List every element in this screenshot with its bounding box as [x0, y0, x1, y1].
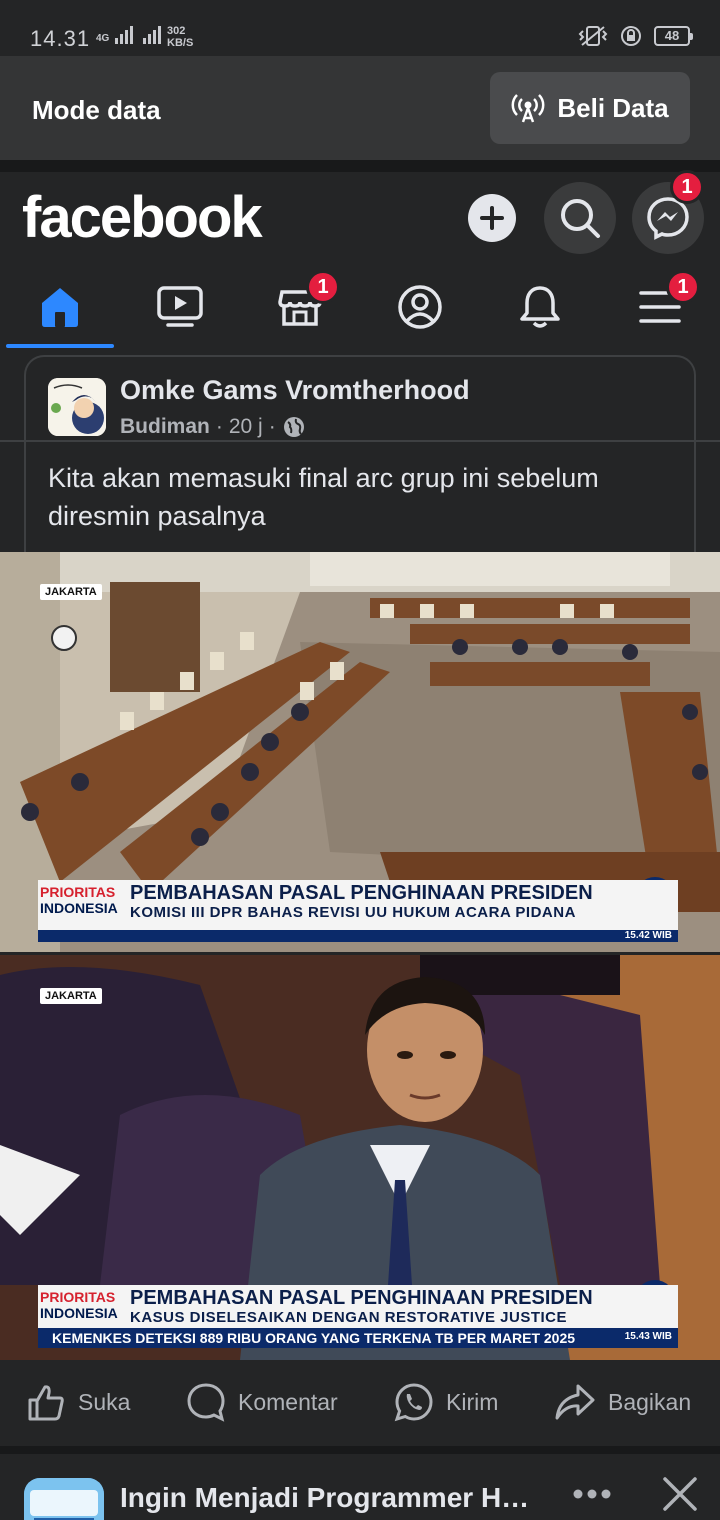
next-post-title[interactable]: Ingin Menjadi Programmer Ha...: [120, 1482, 540, 1514]
signal-indicator: 4G: [96, 24, 162, 44]
post-card: Omke Gams Vromtherhood Budiman · 20 j · …: [24, 355, 696, 555]
broadcast-time: 15.42 WIB: [624, 930, 672, 941]
news-ticker-bar: [38, 930, 678, 942]
next-post-avatar[interactable]: [24, 1478, 104, 1520]
like-button[interactable]: Suka: [26, 1382, 130, 1422]
send-button[interactable]: Kirim: [394, 1382, 498, 1422]
location-tag: JAKARTA: [40, 988, 102, 1004]
video-icon: [157, 286, 203, 327]
thumbs-up-icon: [28, 1385, 64, 1421]
battery-icon: 48: [654, 26, 693, 46]
share-label: Bagikan: [608, 1388, 692, 1415]
broadcast-time: 15.43 WIB: [624, 1331, 672, 1342]
status-bar: 14.31 4G 302 KB/S 48: [0, 0, 720, 56]
signal-bars-icon: [115, 24, 134, 44]
create-button[interactable]: [468, 194, 516, 242]
facebook-header: facebook 1 1 1: [0, 170, 720, 442]
data-mode-label: Mode data: [32, 95, 161, 125]
share-button[interactable]: Bagikan: [554, 1382, 691, 1422]
meta-separator: ·: [215, 415, 223, 438]
network-speed: 302 KB/S: [167, 25, 194, 49]
signal-bars-2-icon: [143, 24, 162, 44]
messenger-button[interactable]: 1: [632, 170, 704, 254]
whatsapp-icon: [394, 1383, 433, 1422]
marketplace-badge: 1: [306, 270, 340, 304]
buy-data-label: Beli Data: [557, 92, 669, 123]
comment-label: Komentar: [238, 1388, 338, 1415]
profile-icon: [398, 285, 442, 329]
post-image[interactable]: JAKARTA PRIORITAS INDONESIA PEMBAHASAN P…: [0, 955, 720, 1360]
divider: [0, 160, 720, 172]
buy-data-button[interactable]: Beli Data: [490, 72, 690, 144]
tab-profile[interactable]: [360, 264, 480, 350]
broadcast-icon: [511, 94, 545, 123]
navigation-tabs: 1 1: [0, 264, 720, 442]
next-post-avatar-image: [24, 1478, 104, 1520]
comment-button[interactable]: Komentar: [186, 1382, 338, 1422]
brand-label: PRIORITAS INDONESIA: [40, 1289, 118, 1321]
messenger-badge: 1: [670, 170, 704, 204]
brand-label: PRIORITAS INDONESIA: [40, 884, 118, 916]
post-image[interactable]: JAKARTA PRIORITAS INDONESIA PEMBAHASAN P…: [0, 552, 720, 952]
divider: [0, 1446, 720, 1454]
tab-home[interactable]: [0, 264, 120, 350]
comment-icon: [187, 1383, 225, 1422]
news-headline: PEMBAHASAN PASAL PENGHINAAN PRESIDEN: [130, 882, 593, 904]
bell-icon: [520, 286, 560, 328]
status-icons: 48: [578, 25, 693, 47]
meta-separator: ·: [268, 415, 276, 438]
group-avatar-image: [48, 378, 106, 436]
active-tab-indicator: [6, 344, 114, 348]
status-time: 14.31: [30, 26, 91, 51]
send-label: Kirim: [446, 1388, 499, 1415]
data-saver-icon: [621, 26, 641, 46]
home-icon: [42, 288, 78, 327]
share-icon: [555, 1384, 595, 1420]
globe-icon: [283, 417, 304, 437]
tab-menu[interactable]: 1: [600, 264, 720, 350]
news-headline: PEMBAHASAN PASAL PENGHINAAN PRESIDEN: [130, 1287, 593, 1309]
search-button[interactable]: [544, 182, 616, 254]
news-lower-third: PRIORITAS INDONESIA PEMBAHASAN PASAL PEN…: [38, 880, 678, 930]
close-icon[interactable]: [662, 1476, 698, 1512]
tab-notifications[interactable]: [480, 264, 600, 350]
menu-badge: 1: [666, 270, 700, 304]
tab-video[interactable]: [120, 264, 240, 350]
group-avatar[interactable]: [48, 378, 106, 436]
next-post-card: Ingin Menjadi Programmer Ha...: [0, 1454, 720, 1520]
news-ticker: KEMENKES DETEKSI 889 RIBU ORANG YANG TER…: [38, 1328, 678, 1348]
group-name[interactable]: Omke Gams Vromtherhood: [120, 375, 470, 406]
plus-icon: [480, 206, 504, 230]
post-time[interactable]: 20 j: [229, 415, 263, 439]
vibrate-icon: [578, 26, 608, 46]
data-mode-banner: Mode data Beli Data: [0, 56, 720, 160]
news-subline: KASUS DISELESAIKAN DENGAN RESTORATIVE JU…: [130, 1309, 567, 1326]
search-icon: [561, 199, 600, 238]
news-subline: KOMISI III DPR BAHAS REVISI UU HUKUM ACA…: [130, 904, 576, 921]
tab-marketplace[interactable]: 1: [240, 264, 360, 350]
like-label: Suka: [78, 1388, 131, 1415]
post-text: Kita akan memasuki final arc grup ini se…: [48, 463, 599, 531]
author-name[interactable]: Budiman: [120, 415, 210, 439]
network-type: 4G: [96, 33, 110, 44]
post-meta: Budiman · 20 j ·: [120, 415, 306, 439]
post-actions: Suka Komentar Kirim Bagikan: [0, 1360, 720, 1446]
facebook-logo[interactable]: facebook: [22, 184, 263, 251]
location-tag: JAKARTA: [40, 584, 102, 600]
more-options-icon[interactable]: [572, 1488, 612, 1500]
